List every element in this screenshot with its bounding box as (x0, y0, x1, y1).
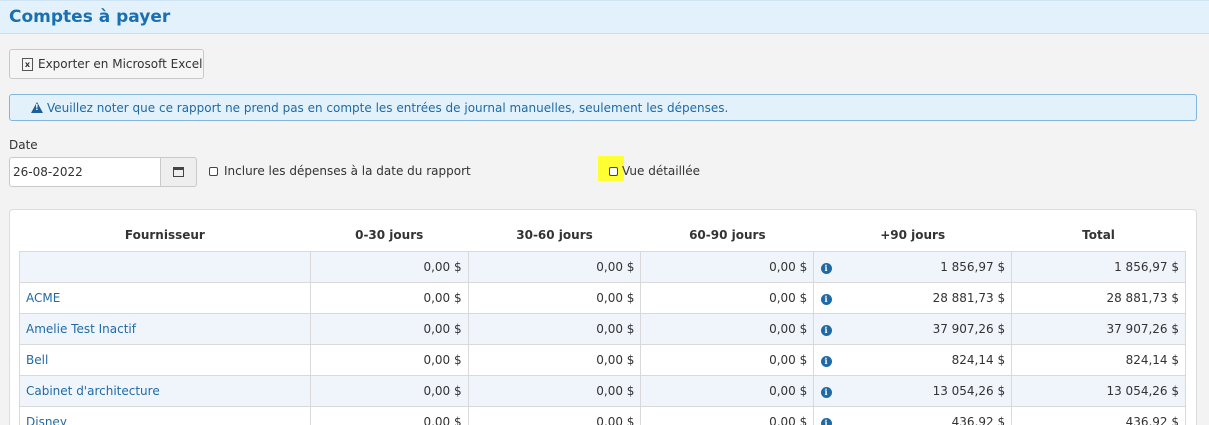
amount-30-60: 0,00 $ (467, 343, 642, 376)
table-row: ACME 0,00 $ 0,00 $ 0,00 $ i 28 881,73 $ … (19, 281, 1186, 314)
amount-30-60: 0,00 $ (467, 374, 642, 407)
info-cell: i (813, 343, 838, 376)
detailed-view-box[interactable] (609, 166, 618, 176)
amount-30-60: 0,00 $ (467, 405, 642, 425)
vendor-cell[interactable] (19, 250, 311, 283)
col-header-60-90[interactable]: 60-90 jours (640, 220, 814, 252)
amount-total: 436,92 $ (1011, 405, 1186, 425)
export-excel-label: Exporter en Microsoft Excel (38, 57, 203, 71)
amount-60-90: 0,00 $ (640, 374, 815, 407)
col-header-90-plus[interactable]: +90 jours (813, 220, 1012, 252)
amount-0-30: 0,00 $ (309, 281, 469, 314)
info-icon[interactable]: i (820, 417, 832, 425)
amount-total: 824,14 $ (1011, 343, 1186, 376)
include-expenses-label: Inclure les dépenses à la date du rappor… (224, 164, 471, 178)
info-icon[interactable]: i (820, 324, 832, 336)
amount-90-plus: 13 054,26 $ (837, 374, 1013, 407)
calendar-icon (173, 167, 184, 177)
amount-total: 28 881,73 $ (1011, 281, 1186, 314)
table-row: Amelie Test Inactif 0,00 $ 0,00 $ 0,00 $… (19, 312, 1186, 345)
amount-90-plus: 1 856,97 $ (837, 250, 1013, 283)
info-cell: i (813, 374, 838, 407)
page-header: Comptes à payer (0, 0, 1209, 34)
payables-table: Fournisseur 0-30 jours 30-60 jours 60-90… (19, 220, 1186, 425)
amount-90-plus: 37 907,26 $ (837, 312, 1013, 345)
info-notice: Veuillez noter que ce rapport ne prend p… (9, 94, 1197, 121)
excel-file-icon: x (22, 57, 33, 71)
amount-total: 37 907,26 $ (1011, 312, 1186, 345)
info-icon[interactable]: i (820, 386, 832, 398)
calendar-button[interactable] (160, 157, 197, 187)
detailed-view-checkbox[interactable]: Vue détaillée (609, 164, 700, 178)
info-cell: i (813, 312, 838, 345)
detailed-view-label: Vue détaillée (622, 164, 701, 178)
include-expenses-box[interactable] (209, 166, 218, 176)
amount-60-90: 0,00 $ (640, 250, 815, 283)
table-row: Cabinet d'architecture 0,00 $ 0,00 $ 0,0… (19, 374, 1186, 407)
vendor-cell[interactable]: ACME (19, 281, 311, 314)
amount-0-30: 0,00 $ (309, 312, 469, 345)
amount-90-plus: 436,92 $ (837, 405, 1013, 425)
info-icon[interactable]: i (820, 262, 832, 274)
amount-0-30: 0,00 $ (309, 405, 469, 425)
amount-60-90: 0,00 $ (640, 343, 815, 376)
info-cell: i (813, 405, 838, 425)
amount-0-30: 0,00 $ (309, 250, 469, 283)
export-excel-button[interactable]: x Exporter en Microsoft Excel (9, 49, 204, 79)
amount-90-plus: 28 881,73 $ (837, 281, 1013, 314)
table-header-row: Fournisseur 0-30 jours 30-60 jours 60-90… (19, 220, 1186, 252)
info-icon[interactable]: i (820, 355, 832, 367)
amount-0-30: 0,00 $ (309, 374, 469, 407)
warning-icon (31, 102, 43, 113)
col-header-0-30[interactable]: 0-30 jours (310, 220, 469, 252)
amount-30-60: 0,00 $ (467, 250, 642, 283)
table-row: Disney 0,00 $ 0,00 $ 0,00 $ i 436,92 $ 4… (19, 405, 1186, 425)
date-label: Date (9, 138, 38, 152)
amount-90-plus: 824,14 $ (837, 343, 1013, 376)
amount-60-90: 0,00 $ (640, 312, 815, 345)
amount-30-60: 0,00 $ (467, 312, 642, 345)
include-expenses-checkbox[interactable]: Inclure les dépenses à la date du rappor… (209, 164, 471, 178)
notice-text: Veuillez noter que ce rapport ne prend p… (47, 100, 729, 115)
info-cell: i (813, 281, 838, 314)
vendor-cell[interactable]: Bell (19, 343, 311, 376)
table-row: 0,00 $ 0,00 $ 0,00 $ i 1 856,97 $ 1 856,… (19, 250, 1186, 283)
table-row: Bell 0,00 $ 0,00 $ 0,00 $ i 824,14 $ 824… (19, 343, 1186, 376)
vendor-cell[interactable]: Disney (19, 405, 311, 425)
info-cell: i (813, 250, 838, 283)
amount-0-30: 0,00 $ (309, 343, 469, 376)
amount-60-90: 0,00 $ (640, 405, 815, 425)
col-header-30-60[interactable]: 30-60 jours (468, 220, 641, 252)
amount-60-90: 0,00 $ (640, 281, 815, 314)
col-header-total[interactable]: Total (1011, 220, 1186, 252)
amount-total: 1 856,97 $ (1011, 250, 1186, 283)
info-icon[interactable]: i (820, 293, 832, 305)
date-input[interactable] (9, 157, 161, 187)
amount-30-60: 0,00 $ (467, 281, 642, 314)
vendor-cell[interactable]: Amelie Test Inactif (19, 312, 311, 345)
page-title: Comptes à payer (9, 7, 171, 27)
col-header-vendor[interactable]: Fournisseur (19, 220, 311, 252)
vendor-cell[interactable]: Cabinet d'architecture (19, 374, 311, 407)
amount-total: 13 054,26 $ (1011, 374, 1186, 407)
